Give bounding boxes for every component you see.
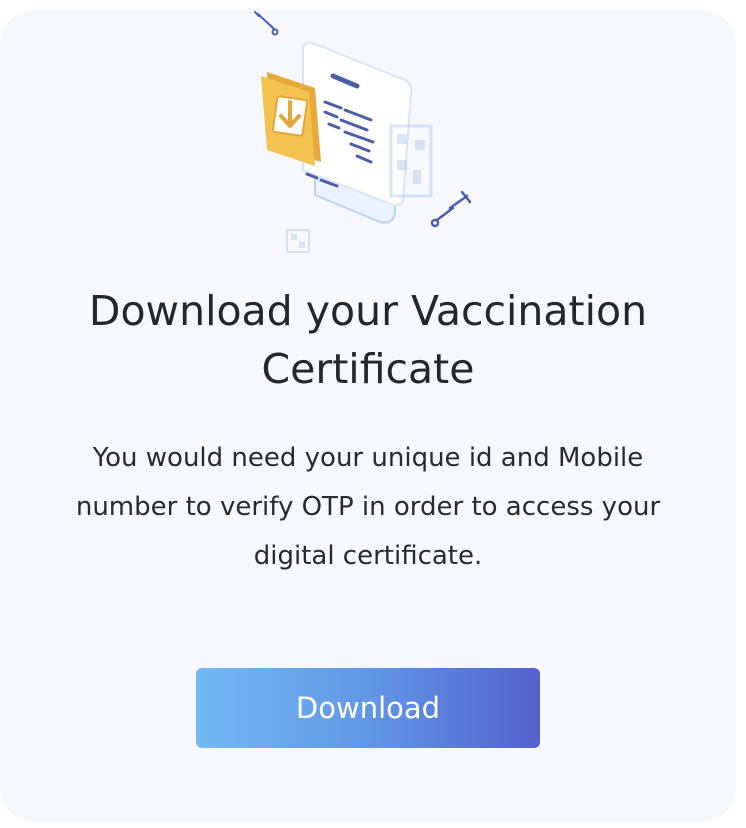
page: Download your Vaccination Certificate Yo… [0,0,746,828]
certificate-download-illustration [254,11,472,253]
syringe-icon-2 [430,190,472,228]
small-qr-icon [286,229,310,253]
syringe-icon [254,11,279,36]
page-title: Download your Vaccination Certificate [88,287,648,393]
download-button[interactable]: Download [196,668,540,748]
certificate-card: Download your Vaccination Certificate Yo… [0,10,736,822]
instructions-text: You would need your unique id and Mobile… [75,443,661,571]
